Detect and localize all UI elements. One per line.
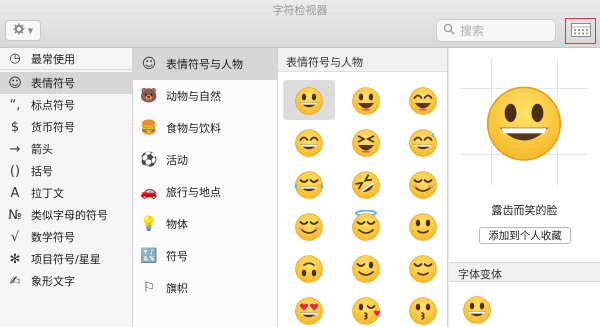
sidebar-item-label: 标点符号	[31, 99, 75, 112]
category-item[interactable]: 🍔 食物与饮料	[133, 112, 277, 144]
sidebar-item[interactable]: № 类似字母的符号	[0, 204, 132, 226]
sidebar-item-label: 象形文字	[31, 275, 75, 288]
asterisk-icon: ✻	[9, 251, 21, 267]
sidebar-item-label: 数学符号	[31, 231, 75, 244]
grid-header: 表情符号与人物	[278, 48, 447, 72]
bear-icon: 🐻	[140, 88, 158, 104]
emoji-upside-down-icon[interactable]	[283, 248, 335, 288]
smiley-icon: ☺	[8, 75, 22, 91]
category-item-label: 旗帜	[166, 282, 188, 295]
category-item[interactable]: ☺ 表情符号与人物	[133, 48, 277, 80]
sqrt-icon: √	[10, 229, 20, 245]
pictograph-icon: ✍	[9, 273, 21, 289]
font-variants-header: 字体变体	[449, 262, 600, 282]
emoji-joy-icon[interactable]	[283, 164, 335, 204]
search-placeholder: 搜索	[460, 24, 485, 38]
sidebar-item[interactable]: “, 标点符号	[0, 94, 132, 116]
sidebar-item[interactable]: A 拉丁文	[0, 182, 132, 204]
sidebar-item[interactable]: ☺ 表情符号	[0, 72, 132, 94]
sidebar-item-label: 拉丁文	[31, 187, 64, 200]
sidebar-item[interactable]: ◷ 最常使用	[0, 48, 132, 70]
sidebar-item[interactable]: () 括号	[0, 160, 132, 182]
view-toggle-button[interactable]	[565, 18, 596, 44]
emoji-grid-panel: 表情符号与人物	[278, 48, 448, 327]
category-item[interactable]: 🔣 符号	[133, 240, 277, 272]
add-to-favorites-button[interactable]: 添加到个人收藏	[479, 227, 571, 244]
smiley-icon: ☺	[141, 56, 157, 72]
ball-icon: ⚽	[140, 152, 158, 168]
sidebar-item-label: 类似字母的符号	[31, 209, 108, 222]
clock-icon: ◷	[9, 51, 21, 66]
flag-icon: ⚐	[142, 280, 156, 296]
chevron-down-icon: ▼	[27, 26, 34, 35]
titlebar: 字符检视器 ▼ 搜索	[0, 0, 600, 48]
emoji-relaxed-icon[interactable]	[397, 164, 449, 204]
emoji-grinning-icon[interactable]	[283, 80, 335, 120]
sidebar-item-label: 项目符号/星星	[31, 253, 101, 266]
category-item[interactable]: ⚽ 活动	[133, 144, 277, 176]
category-item-label: 食物与饮料	[166, 122, 221, 135]
sidebar-item[interactable]: √ 数学符号	[0, 226, 132, 248]
window-title: 字符检视器	[272, 4, 328, 17]
emoji-heart-eyes-icon[interactable]	[283, 290, 335, 327]
emoji-kissing-icon[interactable]	[397, 290, 449, 327]
numero-icon: №	[8, 207, 22, 223]
punctuation-icon: “,	[9, 97, 21, 113]
bulb-icon: 💡	[140, 216, 158, 232]
sidebar-item-label: 括号	[31, 165, 53, 178]
category-item[interactable]: 🚗 旅行与地点	[133, 176, 277, 208]
emoji-slight-smile-icon[interactable]	[397, 206, 449, 246]
category-item[interactable]: ⚐ 旗帜	[133, 272, 277, 304]
search-input[interactable]: 搜索	[436, 19, 556, 42]
sidebar-item-label: 货币符号	[31, 121, 75, 134]
category-list: ☺ 表情符号与人物 🐻 动物与自然 🍔 食物与饮料 ⚽ 活动 🚗 旅行与地点 💡 物体 🔣 符号 ⚐ 旗帜	[133, 48, 278, 327]
food-icon: 🍔	[140, 120, 158, 136]
symbols-icon: 🔣	[140, 248, 158, 264]
detail-panel: 露齿而笑的脸 添加到个人收藏 字体变体	[449, 48, 600, 327]
emoji-smiley-icon[interactable]	[340, 80, 392, 120]
brackets-icon: ()	[9, 163, 21, 179]
sidebar-item[interactable]: → 箭头	[0, 138, 132, 160]
sidebar: ◷ 最常使用 ☺ 表情符号 “, 标点符号 $ 货币符号 → 箭头 () 括号 A 拉丁文 № 类似字母的符号…	[0, 48, 133, 327]
category-item-label: 动物与自然	[166, 90, 221, 103]
emoji-grin-icon[interactable]	[283, 122, 335, 162]
emoji-blush-icon[interactable]	[283, 206, 335, 246]
category-item-label: 旅行与地点	[166, 186, 221, 199]
emoji-innocent-icon[interactable]	[340, 206, 392, 246]
font-variant-item[interactable]	[461, 293, 495, 327]
sidebar-item-label: 表情符号	[31, 77, 75, 90]
sidebar-item[interactable]: ✻ 项目符号/星星	[0, 248, 132, 270]
category-item-label: 物体	[166, 218, 188, 231]
dollar-icon: $	[10, 119, 20, 135]
category-item[interactable]: 🐻 动物与自然	[133, 80, 277, 112]
car-icon: 🚗	[140, 184, 158, 200]
category-item[interactable]: 💡 物体	[133, 208, 277, 240]
gear-icon	[13, 23, 25, 38]
latin-icon: A	[10, 185, 20, 201]
sidebar-item[interactable]: ✍ 象形文字	[0, 270, 132, 292]
search-icon	[443, 23, 455, 38]
emoji-sweat-smile-icon[interactable]	[397, 122, 449, 162]
category-item-label: 表情符号与人物	[166, 58, 243, 71]
category-item-label: 活动	[166, 154, 188, 167]
emoji-preview	[461, 58, 587, 186]
emoji-wink-icon[interactable]	[340, 248, 392, 288]
character-table-icon	[570, 22, 591, 40]
arrow-icon: →	[9, 141, 21, 157]
category-item-label: 符号	[166, 250, 188, 263]
sidebar-item-label: 箭头	[31, 143, 53, 156]
emoji-smile-icon[interactable]	[397, 80, 449, 120]
emoji-rofl-icon[interactable]	[340, 164, 392, 204]
sidebar-item-label: 最常使用	[31, 52, 75, 66]
emoji-laughing-icon[interactable]	[340, 122, 392, 162]
emoji-name: 露齿而笑的脸	[491, 204, 558, 217]
preview-emoji-icon	[481, 78, 567, 167]
emoji-relieved-icon[interactable]	[397, 248, 449, 288]
emoji-kissing-heart-icon[interactable]	[340, 290, 392, 327]
action-menu-button[interactable]: ▼	[5, 20, 41, 41]
sidebar-item[interactable]: $ 货币符号	[0, 116, 132, 138]
